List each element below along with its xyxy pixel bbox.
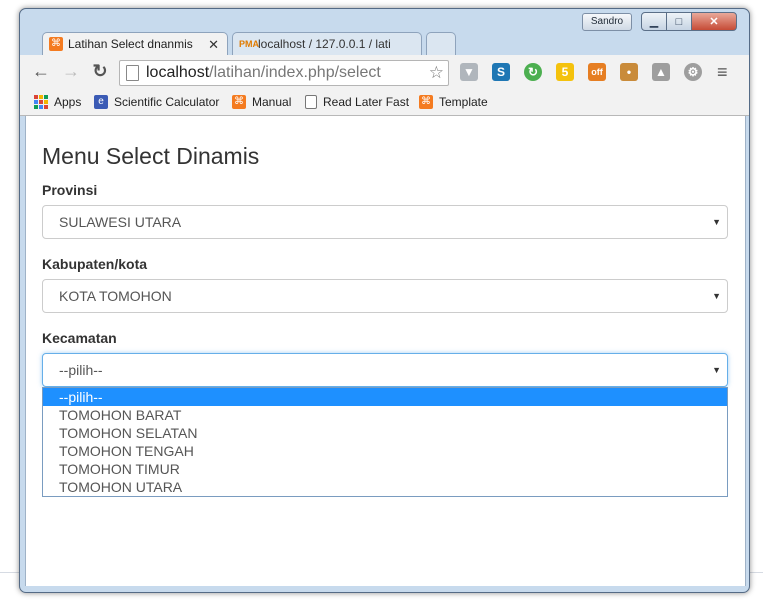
- url-host: localhost: [146, 64, 210, 81]
- kecamatan-option[interactable]: TOMOHON TIMUR: [43, 460, 727, 478]
- kecamatan-selected-value: --pilih--: [59, 362, 103, 378]
- kecamatan-select[interactable]: --pilih-- ▼: [42, 353, 728, 387]
- back-button[interactable]: ←: [31, 61, 51, 81]
- minimize-button[interactable]: ▁: [641, 12, 667, 31]
- reload-button[interactable]: ↻: [90, 61, 110, 81]
- kecamatan-option[interactable]: --pilih--: [43, 388, 727, 406]
- kabupaten-kota-label: Kabupaten/kota: [42, 256, 148, 272]
- bookmarks-bar: Apps e Scientific Calculator ⌘ Manual Re…: [20, 89, 749, 116]
- profile-button[interactable]: Sandro: [582, 13, 632, 31]
- bookmark-read-later-fast[interactable]: Read Later Fast: [305, 93, 409, 111]
- bookmark-template[interactable]: ⌘ Template: [419, 93, 488, 111]
- window-controls: ▁ □ ✕: [641, 12, 737, 31]
- tab-phpmyadmin[interactable]: PMA localhost / 127.0.0.1 / lati: [232, 32, 422, 55]
- bookmark-star-icon[interactable]: ☆: [429, 61, 444, 85]
- maximize-button[interactable]: □: [666, 12, 692, 31]
- calculator-icon: e: [94, 95, 108, 109]
- kabupaten-kota-select[interactable]: KOTA TOMOHON ▼: [42, 279, 728, 313]
- bulb-icon[interactable]: 5: [556, 63, 574, 81]
- chrome-menu-button[interactable]: ≡: [717, 62, 728, 83]
- refresh-green-icon[interactable]: ↻: [524, 63, 542, 81]
- reload-icon: ↻: [92, 61, 108, 81]
- kecamatan-label: Kecamatan: [42, 330, 117, 346]
- kecamatan-option[interactable]: TOMOHON UTARA: [43, 478, 727, 496]
- xampp-icon: ⌘: [49, 37, 63, 51]
- browser-window: Sandro ▁ □ ✕ ⌘ Latihan Select dnanmis ✕ …: [19, 8, 750, 593]
- title-bar: Sandro ▁ □ ✕ ⌘ Latihan Select dnanmis ✕ …: [20, 9, 749, 55]
- url-text: localhost/latihan/index.php/select: [146, 61, 381, 85]
- caret-down-icon: ▼: [712, 291, 721, 301]
- bookmark-manual[interactable]: ⌘ Manual: [232, 93, 291, 111]
- gear-ext-icon[interactable]: ⚙: [684, 63, 702, 81]
- kecamatan-option[interactable]: TOMOHON TENGAH: [43, 442, 727, 460]
- bookmark-label: Manual: [252, 95, 292, 109]
- page-title: Menu Select Dinamis: [42, 143, 260, 169]
- provinsi-select[interactable]: SULAWESI UTARA ▼: [42, 205, 728, 239]
- url-path: /latihan/index.php/select: [209, 64, 381, 81]
- s-extension-icon[interactable]: S: [492, 63, 510, 81]
- apps-grid-icon: [34, 95, 48, 109]
- tab-title: Latihan Select dnanmis: [68, 36, 193, 51]
- phpmyadmin-icon: PMA: [239, 39, 259, 49]
- new-tab-button[interactable]: [426, 32, 456, 55]
- bookmark-label: Scientific Calculator: [114, 95, 220, 109]
- drive-icon[interactable]: ▲: [652, 63, 670, 81]
- provinsi-label: Provinsi: [42, 182, 98, 198]
- kabupaten-selected-value: KOTA TOMOHON: [59, 288, 172, 304]
- xampp-icon: ⌘: [419, 95, 433, 109]
- bookmark-label: Apps: [54, 95, 82, 109]
- kecamatan-option[interactable]: TOMOHON BARAT: [43, 406, 727, 424]
- xampp-icon: ⌘: [232, 95, 246, 109]
- arrow-right-icon: →: [62, 61, 80, 81]
- provinsi-selected-value: SULAWESI UTARA: [59, 214, 182, 230]
- close-window-button[interactable]: ✕: [691, 12, 737, 31]
- forward-button[interactable]: →: [61, 61, 81, 81]
- bookmark-apps[interactable]: Apps: [34, 93, 81, 111]
- bookmark-label: Template: [439, 95, 488, 109]
- hamburger-icon: ≡: [717, 62, 728, 82]
- face-icon[interactable]: •: [620, 63, 638, 81]
- caret-down-icon: ▼: [712, 217, 721, 227]
- robot-icon[interactable]: off: [588, 63, 606, 81]
- bookmark-label: Read Later Fast: [323, 95, 410, 109]
- tab-latihan-select[interactable]: ⌘ Latihan Select dnanmis ✕: [42, 32, 228, 55]
- address-bar[interactable]: localhost/latihan/index.php/select ☆: [119, 60, 449, 86]
- maximize-icon: □: [675, 15, 683, 28]
- caret-down-icon: ▼: [712, 365, 721, 375]
- tab-title: localhost / 127.0.0.1 / lati: [258, 36, 391, 51]
- browser-toolbar: ← → ↻ localhost/latihan/index.php/select…: [20, 55, 749, 89]
- tab-close-icon[interactable]: ✕: [208, 33, 219, 55]
- arrow-left-icon: ←: [32, 61, 50, 81]
- shield-icon[interactable]: ▼: [460, 63, 478, 81]
- page-icon: [305, 95, 317, 109]
- minimize-icon: ▁: [649, 16, 659, 28]
- bookmark-scientific-calculator[interactable]: e Scientific Calculator: [94, 93, 219, 111]
- kecamatan-dropdown-list: --pilih-- TOMOHON BARAT TOMOHON SELATAN …: [42, 387, 728, 497]
- close-icon: ✕: [709, 16, 719, 28]
- page-content: Menu Select Dinamis Provinsi SULAWESI UT…: [25, 116, 746, 586]
- kecamatan-option[interactable]: TOMOHON SELATAN: [43, 424, 727, 442]
- page-icon: [126, 65, 139, 81]
